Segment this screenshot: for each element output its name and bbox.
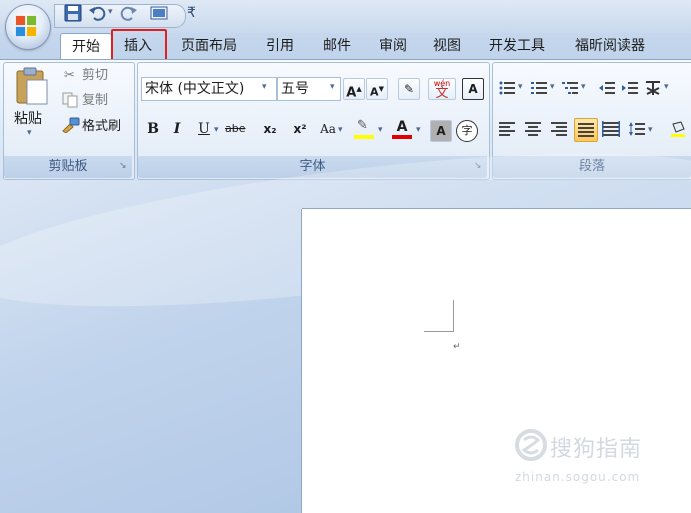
tab-mailings[interactable]: 邮件 [323,33,351,59]
format-painter-icon [62,117,80,133]
print-preview-icon[interactable] [150,4,168,22]
decrease-indent-icon[interactable] [598,79,616,97]
cut-icon: ✂ [64,68,75,83]
tab-foxit-reader[interactable]: 福昕阅读器 [575,33,645,59]
font-size-value: 五号 [281,81,309,97]
font-size-dropdown-icon[interactable]: ▾ [330,82,335,92]
phonetic-guide-button[interactable]: wén 文 [428,78,456,100]
numbering-icon[interactable] [530,79,548,97]
paragraph-mark-icon: ↵ [453,342,461,352]
chinese-layout-icon[interactable] [644,79,662,97]
tab-home[interactable]: 开始 [60,33,112,60]
bullets-dropdown-icon[interactable]: ▾ [518,82,523,92]
align-left-icon[interactable] [498,120,516,138]
shading-icon[interactable] [669,120,687,138]
shrink-font-button[interactable]: A▼ [366,78,388,100]
tab-developer[interactable]: 开发工具 [489,33,545,59]
clear-format-icon[interactable]: ✎ [398,78,420,100]
tab-view[interactable]: 视图 [433,33,461,59]
multilevel-dropdown-icon[interactable]: ▾ [581,82,586,92]
format-painter-button[interactable]: 格式刷 [82,116,121,138]
change-case-dropdown-icon[interactable]: ▾ [338,125,343,135]
tab-page-layout[interactable]: 页面布局 [181,33,237,59]
underline-dropdown-icon[interactable]: ▾ [214,125,219,135]
line-spacing-icon[interactable] [628,120,646,138]
tab-review[interactable]: 审阅 [379,33,407,59]
change-case-button[interactable]: Aa [318,119,338,139]
increase-indent-icon[interactable] [621,79,639,97]
font-name-value: 宋体 (中文正文) [145,81,245,97]
watermark-text: 搜狗指南 [550,437,643,462]
chinese-layout-dropdown-icon[interactable]: ▾ [664,82,669,92]
font-name-dropdown-icon[interactable]: ▾ [262,82,267,92]
bold-button[interactable]: B [143,119,163,139]
paste-dropdown-icon[interactable]: ▾ [27,128,32,138]
undo-icon[interactable] [88,4,106,22]
tab-references[interactable]: 引用 [266,33,294,59]
highlight-dropdown-icon[interactable]: ▾ [378,125,383,135]
paste-button[interactable]: 粘贴 [14,108,42,130]
clipboard-group-label: 剪贴板 [4,156,132,178]
subscript-button[interactable]: x₂ [260,119,280,139]
margin-mark-vertical [453,300,454,332]
office-logo-icon [15,15,37,37]
char-shading-button[interactable]: A [430,120,452,142]
copy-icon [62,92,78,108]
strikethrough-button[interactable]: abe [225,119,246,139]
bullets-icon[interactable] [498,79,516,97]
customize-qat-icon[interactable]: ₹ [187,5,196,21]
underline-button[interactable]: U [194,119,214,139]
paste-icon[interactable] [15,66,49,106]
multilevel-list-icon[interactable] [561,79,579,97]
superscript-button[interactable]: x² [290,119,310,139]
copy-button[interactable]: 复制 [82,90,108,112]
margin-mark-horizontal [424,331,454,332]
font-color-button[interactable]: A [392,119,412,139]
justify-button[interactable] [574,118,598,142]
cut-button[interactable]: 剪切 [82,65,108,87]
font-name-combo[interactable]: 宋体 (中文正文) [141,77,277,101]
grow-font-button[interactable]: A▲ [343,78,365,100]
align-center-icon[interactable] [524,120,542,138]
distribute-icon[interactable] [602,120,620,138]
watermark-subtext: zhinan.sogou.com [515,470,641,484]
save-icon[interactable] [64,4,82,22]
highlight-color-button[interactable]: ✎ [354,118,374,139]
undo-dropdown-icon[interactable]: ▾ [108,7,113,17]
align-right-icon[interactable] [550,120,568,138]
enclose-char-button[interactable]: 字 [456,120,478,142]
font-color-dropdown-icon[interactable]: ▾ [416,125,421,135]
clipboard-launcher-icon[interactable]: ↘ [119,161,129,171]
char-border-button[interactable]: A [462,78,484,100]
line-spacing-dropdown-icon[interactable]: ▾ [648,125,653,135]
italic-button[interactable]: I [167,119,187,139]
redo-icon[interactable] [120,4,138,22]
insert-tab-highlight [111,29,167,63]
numbering-dropdown-icon[interactable]: ▾ [550,82,555,92]
justify-icon [578,123,594,137]
